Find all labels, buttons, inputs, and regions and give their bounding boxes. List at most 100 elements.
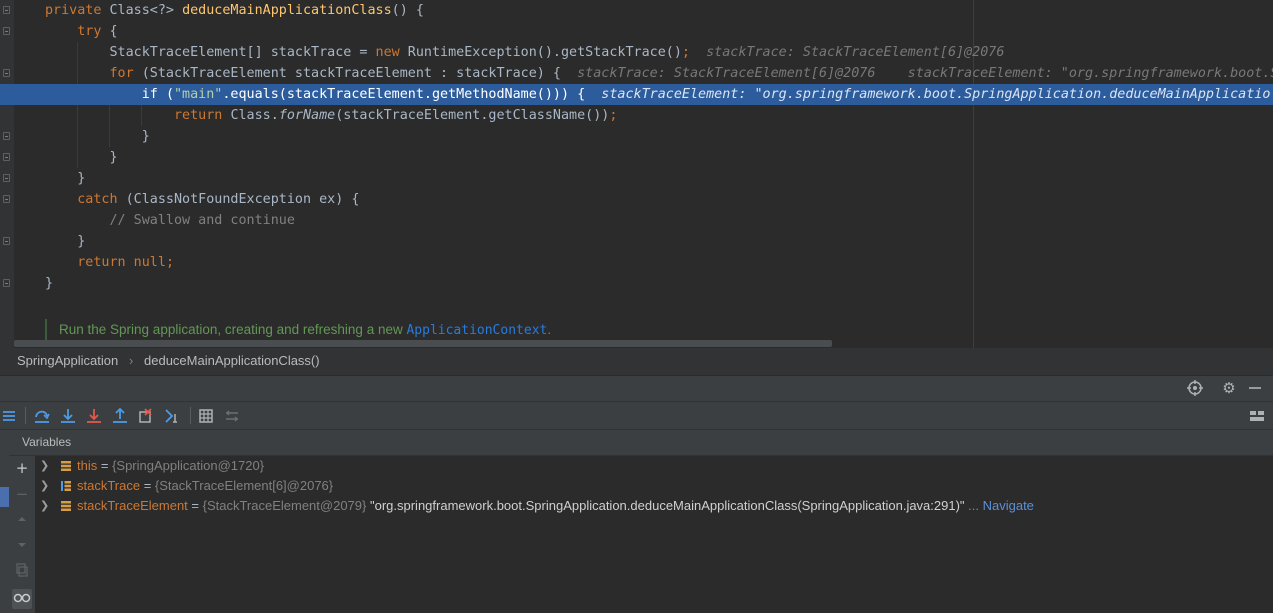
up-arrow-icon[interactable] [12,510,32,530]
variables-title: Variables [22,435,72,449]
layout-icon[interactable] [1247,406,1267,426]
code-token: return null [45,255,166,270]
expand-chevron-icon[interactable]: ❯ [40,456,49,476]
code-line[interactable]: private Class<?> deduceMainApplicationCl… [0,0,1273,21]
code-line[interactable]: StackTraceElement[] stackTrace = new Run… [0,42,1273,63]
step-into-icon[interactable] [58,406,78,426]
variable-value: "org.springframework.boot.SpringApplicat… [369,498,965,513]
variable-equals: = [140,478,155,493]
code-line-text: // Swallow and continue [45,210,295,231]
code-line[interactable]: // Swallow and continue [0,210,1273,231]
plus-icon[interactable]: + [12,458,32,478]
toolbar-separator [190,407,191,424]
code-token: ( [165,87,174,102]
field-icon [61,461,71,471]
copy-icon[interactable] [12,562,32,582]
code-line[interactable]: } [0,273,1273,294]
array-icon [61,481,71,491]
code-token: { [109,24,118,39]
variable-row[interactable]: ❯ stackTraceElement = {StackTraceElement… [35,496,1034,516]
code-token: Class. [230,108,279,123]
show-execution-point-icon[interactable] [0,406,20,426]
code-token: StackTraceElement[] stackTrace = [45,45,376,60]
step-over-icon[interactable] [32,406,52,426]
code-token: Class<?> [109,3,183,18]
drop-frame-icon[interactable] [136,406,156,426]
frames-panel-edge [0,430,9,613]
code-line[interactable]: for (StackTraceElement stackTraceElement… [0,63,1273,84]
step-out-icon[interactable] [110,406,130,426]
minimize-icon[interactable] [1246,379,1264,397]
minus-icon[interactable]: − [12,484,32,504]
variable-type: {SpringApplication@1720} [112,458,265,473]
variables-header: Variables [9,430,1273,456]
code-line-text: } [45,126,150,147]
code-line-text: try { [45,21,118,42]
code-line-text: StackTraceElement[] stackTrace = new Run… [45,42,1004,63]
code-token: return [45,108,231,123]
inline-debug-value: stackTrace: StackTraceElement[6]@2076 st… [560,66,1273,81]
code-line[interactable]: } [0,126,1273,147]
code-token: try [45,24,110,39]
variable-type: {StackTraceElement@2079} [202,498,370,513]
code-line[interactable]: return Class.forName(stackTraceElement.g… [0,105,1273,126]
code-token: ; [681,45,690,60]
code-line[interactable]: } [0,147,1273,168]
code-token: "main" [174,87,223,102]
horizontal-scrollbar[interactable] [14,340,832,347]
crosshair-icon[interactable] [1186,379,1204,397]
inline-debug-value: stackTraceElement: "org.springframework.… [585,87,1271,102]
watches-icon[interactable] [12,589,32,609]
variable-type: {StackTraceElement[6]@2076} [154,478,334,493]
code-token: } [45,171,86,186]
debugger-toolbar [0,401,1273,430]
code-token: } [45,276,54,291]
code-token: (stackTraceElement.getClassName()) [335,108,610,123]
variable-name: stackTrace [77,478,141,493]
expand-chevron-icon[interactable]: ❯ [40,476,49,496]
code-line[interactable]: return null; [0,252,1273,273]
code-token: () { [391,3,424,18]
variable-equals: = [97,458,113,473]
code-line[interactable]: } [0,168,1273,189]
gear-icon[interactable]: ⚙ [1220,379,1238,397]
code-token: forName [278,108,336,123]
debug-tool-window-header: ⚙ [0,375,1273,401]
variable-row[interactable]: ❯ this = {SpringApplication@1720} [35,456,264,476]
doc-comment-suffix: . [547,322,552,337]
variable-row[interactable]: ❯ stackTrace = {StackTraceElement[6]@207… [35,476,333,496]
breadcrumb-separator: › [129,353,134,368]
code-line-text: catch (ClassNotFoundException ex) { [45,189,359,210]
code-token: if [45,87,166,102]
code-token: RuntimeException().getStackTrace() [407,45,682,60]
code-token: ; [609,108,618,123]
run-to-cursor-icon[interactable] [163,406,183,426]
evaluate-expression-icon[interactable] [196,406,216,426]
toolbar-separator [25,407,26,424]
doc-comment-link[interactable]: ApplicationContext [406,323,547,338]
variables-side-toolbar: + − [9,456,35,613]
field-icon [61,501,71,511]
expand-chevron-icon[interactable]: ❯ [40,496,49,516]
code-line[interactable]: catch (ClassNotFoundException ex) { [0,189,1273,210]
navigate-link[interactable]: ... Navigate [965,498,1034,513]
code-token: new [375,45,408,60]
doc-comment: Run the Spring application, creating and… [59,322,551,338]
current-execution-line[interactable]: if ("main".equals(stackTraceElement.getM… [0,84,1273,105]
breadcrumb-class[interactable]: SpringApplication [17,353,118,368]
code-editor[interactable]: private Class<?> deduceMainApplicationCl… [0,0,1273,348]
code-token: .equals(stackTraceElement.getMethodName(… [222,87,586,102]
variables-tree[interactable]: ❯ this = {SpringApplication@1720} ❯ stac… [35,456,1273,613]
code-line[interactable]: } [0,231,1273,252]
down-arrow-icon[interactable] [12,536,32,556]
code-token: catch [45,192,126,207]
code-line-text: } [45,273,53,294]
force-step-into-icon[interactable] [84,406,104,426]
code-line-text: private Class<?> deduceMainApplicationCl… [45,0,424,21]
breadcrumb-method[interactable]: deduceMainApplicationClass() [144,353,320,368]
code-token: // Swallow and continue [45,213,295,228]
code-token: } [45,150,118,165]
trace-current-stream-icon[interactable] [222,406,242,426]
code-token: (StackTraceElement stackTraceElement : s… [141,66,561,81]
code-line[interactable]: try { [0,21,1273,42]
